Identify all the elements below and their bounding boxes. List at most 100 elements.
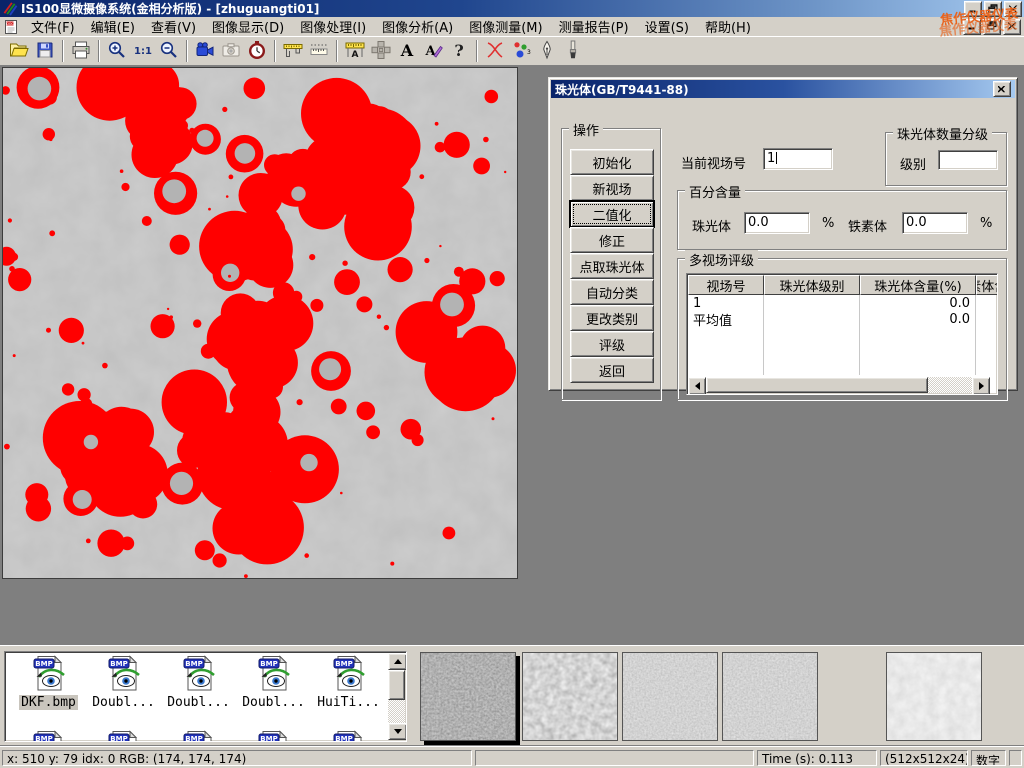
- ferrite-input[interactable]: 0.0: [902, 212, 968, 234]
- file-item-hidden[interactable]: BMP: [11, 730, 86, 742]
- file-item-2[interactable]: BMPDoubl...: [86, 655, 161, 710]
- dialog-title-bar[interactable]: 珠光体(GB/T9441-88): [551, 80, 1015, 98]
- open-button[interactable]: [6, 38, 32, 64]
- current-view-input[interactable]: 1: [763, 148, 833, 170]
- scroll-right-button[interactable]: [972, 377, 990, 395]
- file-item-hidden[interactable]: BMP: [86, 730, 161, 742]
- column-header-1[interactable]: 视场号: [688, 275, 764, 295]
- scrollbar-thumb[interactable]: [706, 377, 928, 393]
- menu-item-4[interactable]: 图像显示(D): [204, 20, 292, 37]
- thumbnail-4[interactable]: [722, 652, 818, 741]
- ferrite-label: 铁素体: [848, 216, 887, 235]
- measure-scale-button[interactable]: A: [342, 38, 368, 64]
- zoom-out-button[interactable]: [156, 38, 182, 64]
- text-edit-button[interactable]: A: [420, 38, 446, 64]
- filelist-vertical-scrollbar[interactable]: [388, 653, 405, 740]
- help-button[interactable]: ?: [446, 38, 472, 64]
- level-input[interactable]: [938, 150, 998, 170]
- scroll-up-button[interactable]: [388, 653, 407, 670]
- file-item-1[interactable]: BMPDKF.bmp: [11, 655, 86, 710]
- menu-item-7[interactable]: 图像测量(M): [461, 20, 550, 37]
- op-button-6[interactable]: 自动分类: [570, 279, 654, 305]
- ruler-button[interactable]: [306, 38, 332, 64]
- thumbnail-1[interactable]: [420, 652, 516, 741]
- column-header-4[interactable]: 铁素体含量(%): [976, 275, 998, 295]
- op-button-8[interactable]: 评级: [570, 331, 654, 357]
- scroll-left-button[interactable]: [688, 377, 706, 395]
- pearlite-input[interactable]: 0.0: [744, 212, 810, 234]
- menu-item-6[interactable]: 图像分析(A): [374, 20, 461, 37]
- file-name: Doubl...: [90, 695, 157, 710]
- table-cell: [976, 311, 998, 327]
- file-item-5[interactable]: BMPHuiTi...: [311, 655, 386, 710]
- svg-text:BMP: BMP: [185, 660, 202, 668]
- menu-item-1[interactable]: 文件(F): [23, 20, 83, 37]
- print-button[interactable]: [68, 38, 94, 64]
- scrollbar-thumb[interactable]: [388, 670, 405, 700]
- menu-item-5[interactable]: 图像处理(I): [292, 20, 374, 37]
- current-view-label: 当前视场号: [681, 153, 746, 172]
- file-list[interactable]: BMPDKF.bmpBMPDoubl...BMPDoubl...BMPDoubl…: [4, 651, 407, 742]
- table-row-1[interactable]: 10.0: [688, 295, 998, 311]
- svg-text:BMP: BMP: [260, 735, 277, 742]
- camera-button[interactable]: [218, 38, 244, 64]
- scroll-down-button[interactable]: [388, 723, 407, 740]
- status-panel-6: [1009, 750, 1022, 766]
- thumbnail-3[interactable]: [622, 652, 718, 741]
- grid-tool-button[interactable]: [368, 38, 394, 64]
- table-cell: [976, 327, 998, 343]
- file-item-4[interactable]: BMPDoubl...: [236, 655, 311, 710]
- multi-view-table[interactable]: 视场号珠光体级别珠光体含量(%)铁素体含量(%)10.0平均值0.0: [686, 273, 998, 395]
- text-button[interactable]: A: [394, 38, 420, 64]
- column-header-3[interactable]: 珠光体含量(%): [860, 275, 976, 295]
- thumbnail-2[interactable]: [522, 652, 618, 741]
- table-row-2[interactable]: 平均值0.0: [688, 311, 998, 327]
- operation-group-label: 操作: [569, 120, 603, 139]
- thumbnail-5[interactable]: [886, 652, 982, 741]
- file-item-hidden[interactable]: BMP: [161, 730, 236, 742]
- op-button-4[interactable]: 修正: [570, 227, 654, 253]
- menu-item-10[interactable]: 帮助(H): [697, 20, 759, 37]
- op-button-5[interactable]: 点取珠光体: [570, 253, 654, 279]
- table-cell: [764, 311, 860, 327]
- table-horizontal-scrollbar[interactable]: [688, 377, 990, 393]
- file-item-3[interactable]: BMPDoubl...: [161, 655, 236, 710]
- actual-size-button[interactable]: 1:1: [130, 38, 156, 64]
- op-button-2[interactable]: 新视场: [570, 175, 654, 201]
- specimen-image[interactable]: [2, 67, 518, 579]
- table-row-empty[interactable]: [688, 359, 998, 375]
- column-header-2[interactable]: 珠光体级别: [764, 275, 860, 295]
- op-button-3[interactable]: 二值化: [570, 201, 654, 227]
- svg-text:1:1: 1:1: [134, 46, 152, 57]
- op-button-9[interactable]: 返回: [570, 357, 654, 383]
- caliper-button[interactable]: [280, 38, 306, 64]
- pen-tool-button[interactable]: [534, 38, 560, 64]
- menu-item-3[interactable]: 查看(V): [143, 20, 204, 37]
- count-tool-button[interactable]: 3: [508, 38, 534, 64]
- video-camera-icon: [195, 40, 215, 63]
- multi-view-label: 多视场评级: [685, 250, 758, 269]
- toolbar-separator: [186, 40, 188, 62]
- menu-item-2[interactable]: 编辑(E): [83, 20, 143, 37]
- timer-button[interactable]: [244, 38, 270, 64]
- scrollbar-track[interactable]: [928, 377, 972, 393]
- save-button[interactable]: [32, 38, 58, 64]
- menu-item-8[interactable]: 测量报告(P): [551, 20, 637, 37]
- file-item-hidden[interactable]: BMP: [236, 730, 311, 742]
- brush-tool-button[interactable]: [560, 38, 586, 64]
- menu-item-9[interactable]: 设置(S): [637, 20, 697, 37]
- table-row-empty[interactable]: [688, 343, 998, 359]
- op-button-1[interactable]: 初始化: [570, 149, 654, 175]
- video-camera-button[interactable]: [192, 38, 218, 64]
- print-icon: [71, 40, 91, 63]
- status-panel-3: Time (s): 0.113: [757, 750, 877, 766]
- bmp-file-icon: BMP: [107, 655, 141, 694]
- table-row-empty[interactable]: [688, 327, 998, 343]
- operation-group: 操作 初始化新视场二值化修正点取珠光体自动分类更改类别评级返回: [561, 128, 661, 400]
- zoom-in-button[interactable]: [104, 38, 130, 64]
- file-item-hidden[interactable]: BMP: [311, 730, 386, 742]
- op-button-7[interactable]: 更改类别: [570, 305, 654, 331]
- curve-tool-button[interactable]: [482, 38, 508, 64]
- document-icon: DOC: [3, 19, 19, 35]
- dialog-close-button[interactable]: [993, 81, 1011, 97]
